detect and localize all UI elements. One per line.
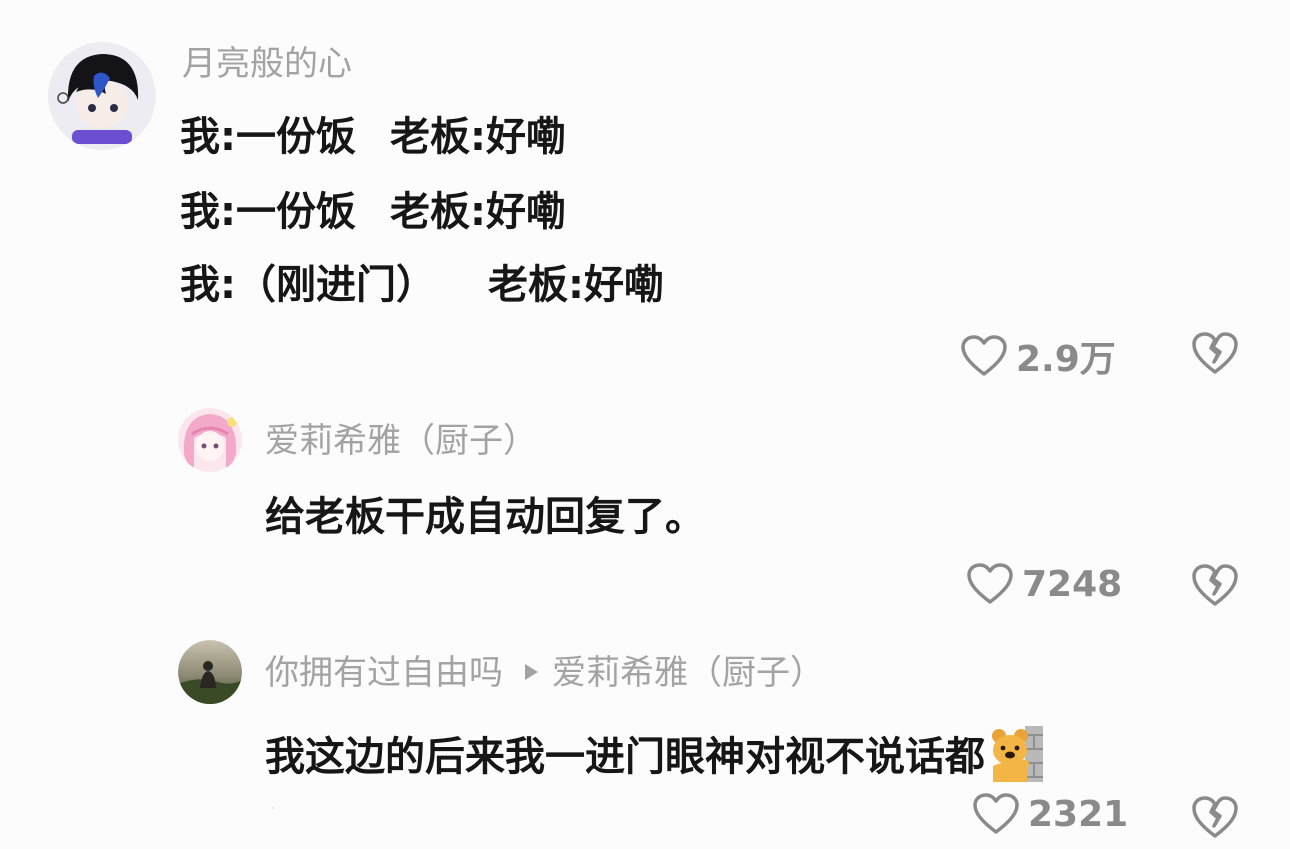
- like-count: 2.9万: [1016, 339, 1116, 380]
- avatar-reply-1[interactable]: [178, 408, 242, 472]
- heart-outline-icon: [961, 335, 1007, 376]
- reply-2-reply-to[interactable]: 爱莉希雅（厨子）: [552, 653, 824, 693]
- bear-peeking-wall-emoji: [991, 726, 1043, 782]
- divider: ·: [270, 798, 276, 819]
- reply-2-username-line: 你拥有过自由吗 爱莉希雅（厨子）: [265, 656, 824, 690]
- like-button[interactable]: 7248: [966, 562, 1122, 606]
- avatar-reply-2[interactable]: [178, 640, 242, 704]
- comment-line-boss: 老板:好嘞: [390, 114, 566, 160]
- comment-line: 我:一份饭 老板:好嘞: [180, 117, 566, 157]
- comment-line-me: 我:（刚进门）: [180, 262, 436, 308]
- dislike-button[interactable]: [1190, 562, 1240, 608]
- reply-2-username[interactable]: 你拥有过自由吗: [265, 653, 503, 693]
- dislike-button[interactable]: [1190, 794, 1240, 840]
- comment-line: 我:（刚进门） 老板:好嘞: [180, 265, 664, 305]
- comment-line-me: 我:一份饭: [180, 114, 356, 160]
- avatar-main-commenter[interactable]: [48, 42, 156, 150]
- dislike-button[interactable]: [1190, 330, 1240, 376]
- like-count: 7248: [1022, 563, 1123, 605]
- like-button[interactable]: 2321: [972, 792, 1128, 836]
- comment-line: 我:一份饭 老板:好嘞: [180, 192, 566, 232]
- like-button[interactable]: 2.9万: [960, 330, 1116, 382]
- comment-line-boss: 老板:好嘞: [488, 262, 664, 308]
- broken-heart-icon: [1192, 796, 1238, 838]
- commenter-username[interactable]: 月亮般的心: [182, 47, 352, 81]
- reply-1-text: 给老板干成自动回复了。: [265, 494, 705, 540]
- broken-heart-icon: [1192, 332, 1238, 374]
- reply-2-text-line: 我这边的后来我一进门眼神对视不说话都: [265, 726, 1043, 782]
- reply-2-text: 我这边的后来我一进门眼神对视不说话都: [265, 734, 985, 780]
- heart-outline-icon: [973, 793, 1019, 834]
- heart-outline-icon: [967, 563, 1013, 604]
- comment-line-boss: 老板:好嘞: [390, 189, 566, 235]
- reply-1-username[interactable]: 爱莉希雅（厨子）: [265, 424, 537, 458]
- triangle-right-icon: [525, 664, 538, 680]
- broken-heart-icon: [1192, 564, 1238, 606]
- like-count: 2321: [1028, 793, 1129, 835]
- comment-line-me: 我:一份饭: [180, 189, 356, 235]
